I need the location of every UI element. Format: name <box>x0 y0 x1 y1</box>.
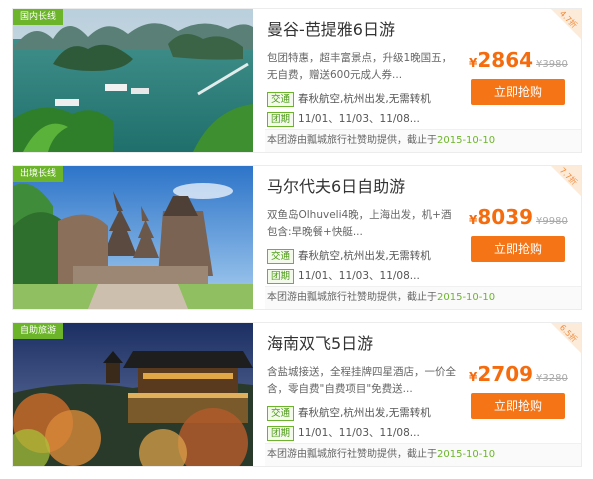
transport-row: 交通 春秋航空,杭州出发,无需转机 <box>267 248 431 264</box>
tour-list: 国内长线 曼谷-芭提雅6日游 包团特惠，超丰富景点，升级1晚国五，无自费，赠送6… <box>0 0 593 479</box>
period-row: 团期 11/01、11/03、11/08... <box>267 268 420 284</box>
transport-row: 交通 春秋航空,杭州出发,无需转机 <box>267 405 431 421</box>
deadline-date: 2015-10-10 <box>437 292 496 303</box>
tour-card[interactable]: 国内长线 曼谷-芭提雅6日游 包团特惠，超丰富景点，升级1晚国五，无自费，赠送6… <box>12 8 582 153</box>
buy-now-button[interactable]: 立即抢购 <box>471 236 565 262</box>
period-label: 团期 <box>267 112 295 127</box>
sponsor-text: 本团游由瓢城旅行社赞助提供，截止于 <box>267 135 437 146</box>
period-row: 团期 11/01、11/03、11/08... <box>267 111 420 127</box>
transport-info: 春秋航空,杭州出发,无需转机 <box>298 250 431 262</box>
price: ¥8039 ¥9980 <box>469 205 568 229</box>
period-label: 团期 <box>267 426 295 441</box>
tour-photo-temple[interactable]: 出境长线 <box>13 166 253 309</box>
current-price: 8039 <box>477 205 534 229</box>
transport-label: 交通 <box>267 92 295 107</box>
current-price: 2864 <box>477 48 534 72</box>
tour-photo-night-temple[interactable]: 自助旅游 <box>13 323 253 466</box>
sponsor-footer: 本团游由瓢城旅行社赞助提供，截止于2015-10-10 <box>265 286 581 309</box>
tour-card[interactable]: 自助旅游 海南双飞5日游 含盐城接送，全程挂牌四星酒店，一价全含，零自费"自费项… <box>12 322 582 467</box>
price: ¥2709 ¥3280 <box>469 362 568 386</box>
period-dates: 11/01、11/03、11/08... <box>298 427 420 439</box>
tour-photo-halong-bay[interactable]: 国内长线 <box>13 9 253 152</box>
tour-card[interactable]: 出境长线 马尔代夫6日自助游 双鱼岛Olhuveli4晚，上海出发，机+酒包含:… <box>12 165 582 310</box>
transport-label: 交通 <box>267 406 295 421</box>
transport-label: 交通 <box>267 249 295 264</box>
original-price: ¥3280 <box>536 373 568 384</box>
current-price: 2709 <box>477 362 534 386</box>
deadline-date: 2015-10-10 <box>437 135 496 146</box>
category-tag: 自助旅游 <box>13 323 64 339</box>
category-tag: 出境长线 <box>13 166 64 182</box>
tour-title[interactable]: 马尔代夫6日自助游 <box>267 173 405 197</box>
tour-description: 含盐城接送，全程挂牌四星酒店，一价全含，零自费"自费项目"免费送... <box>267 366 456 395</box>
sponsor-footer: 本团游由瓢城旅行社赞助提供，截止于2015-10-10 <box>265 129 581 152</box>
period-dates: 11/01、11/03、11/08... <box>298 270 420 282</box>
period-label: 团期 <box>267 269 295 284</box>
tour-description: 双鱼岛Olhuveli4晚，上海出发，机+酒包含:早晚餐+快艇... <box>267 209 452 238</box>
period-dates: 11/01、11/03、11/08... <box>298 113 420 125</box>
original-price: ¥3980 <box>536 59 568 70</box>
price: ¥2864 ¥3980 <box>469 48 568 72</box>
transport-info: 春秋航空,杭州出发,无需转机 <box>298 407 431 419</box>
sponsor-text: 本团游由瓢城旅行社赞助提供，截止于 <box>267 449 437 460</box>
transport-info: 春秋航空,杭州出发,无需转机 <box>298 93 431 105</box>
original-price: ¥9980 <box>536 216 568 227</box>
sponsor-footer: 本团游由瓢城旅行社赞助提供，截止于2015-10-10 <box>265 443 581 466</box>
deadline-date: 2015-10-10 <box>437 449 496 460</box>
tour-title[interactable]: 海南双飞5日游 <box>267 330 373 354</box>
buy-now-button[interactable]: 立即抢购 <box>471 79 565 105</box>
tour-title[interactable]: 曼谷-芭提雅6日游 <box>267 16 395 40</box>
category-tag: 国内长线 <box>13 9 64 25</box>
sponsor-text: 本团游由瓢城旅行社赞助提供，截止于 <box>267 292 437 303</box>
buy-now-button[interactable]: 立即抢购 <box>471 393 565 419</box>
transport-row: 交通 春秋航空,杭州出发,无需转机 <box>267 91 431 107</box>
tour-description: 包团特惠，超丰富景点，升级1晚国五，无自费，赠送600元成人券... <box>267 52 453 81</box>
period-row: 团期 11/01、11/03、11/08... <box>267 425 420 441</box>
